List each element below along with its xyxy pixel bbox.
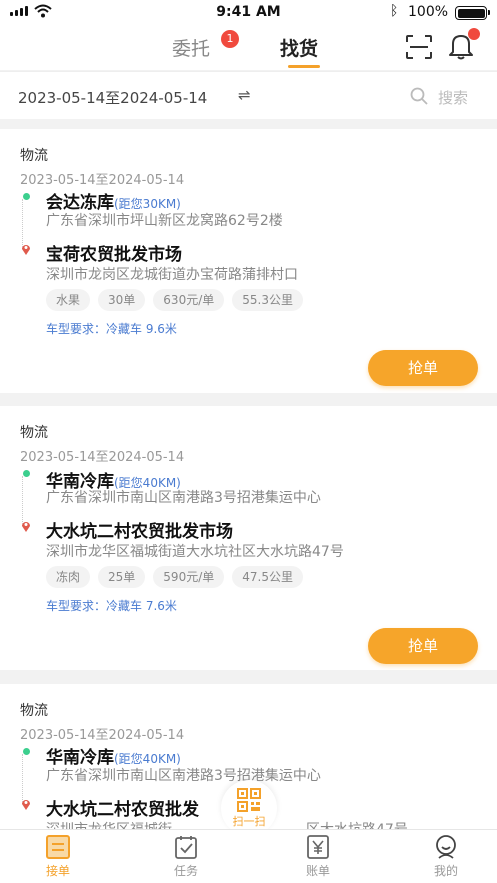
cargo-card[interactable]: 物流 2023-05-14至2024-05-14 会达冻库(距您30KM) 广东…	[0, 129, 497, 393]
tab-entrust[interactable]: 委托	[172, 34, 210, 61]
tabbar-label-mine: 我的	[433, 864, 458, 878]
search-input[interactable]: 搜索	[438, 87, 468, 108]
destination-address: 深圳市龙华区福城街道大水坑社区大水坑路47号	[46, 544, 344, 560]
destination-address: 深圳市龙岗区龙城街道办宝荷路蒲排村口	[46, 267, 298, 283]
tabbar-item-orders[interactable]: 接单	[28, 834, 88, 879]
qr-code-icon	[237, 788, 261, 812]
profile-icon	[436, 835, 456, 859]
tag-price: 630元/单	[153, 289, 225, 311]
task-check-icon	[175, 836, 197, 859]
destination-address-tail: 区大水坑路47号	[306, 819, 408, 829]
card-tags: 冻肉 25单 590元/单 47.5公里	[46, 566, 303, 588]
origin-dot-icon	[23, 748, 30, 755]
tag-price: 590元/单	[153, 566, 225, 588]
status-bar: 9:41 AM ᛒ 100%	[0, 0, 497, 26]
scan-label: 扫一扫	[232, 815, 266, 828]
route-line	[22, 476, 23, 526]
scan-fab-button[interactable]: 扫一扫	[221, 780, 277, 836]
cargo-card[interactable]: 物流 2023-05-14至2024-05-14 华南冷库(距您40KM) 广东…	[0, 406, 497, 670]
tabbar-label-tasks: 任务	[173, 864, 198, 878]
tabbar-item-bills[interactable]: 账单	[288, 834, 348, 879]
card-date-range: 2023-05-14至2024-05-14	[20, 728, 185, 743]
tabbar-label-bills: 账单	[305, 864, 330, 878]
tag-orders: 30单	[98, 289, 146, 311]
top-nav: 委托 1 找货	[0, 26, 497, 70]
card-category: 物流	[20, 703, 48, 719]
destination-name: 大水坑二村农贸批发市场	[46, 522, 233, 542]
vehicle-requirement: 车型要求：冷藏车 7.6米	[46, 599, 177, 613]
search-icon[interactable]	[410, 87, 428, 105]
date-range-filter[interactable]: 2023-05-14至2024-05-14	[18, 87, 207, 108]
tabbar-item-tasks[interactable]: 任务	[156, 834, 216, 879]
tag-distance: 47.5公里	[232, 566, 303, 588]
destination-address: 深圳市龙华区福城街	[46, 819, 172, 829]
destination-pin-icon	[22, 522, 30, 532]
vehicle-requirement: 车型要求：冷藏车 9.6米	[46, 322, 177, 336]
tag-goods: 水果	[46, 289, 91, 311]
battery-icon	[455, 6, 490, 20]
grab-order-button[interactable]: 抢单	[368, 628, 478, 664]
tabbar-label-orders: 接单	[45, 864, 70, 878]
bill-yen-icon	[307, 835, 329, 859]
battery-percent: 100%	[408, 4, 449, 20]
destination-name: 宝荷农贸批发市场	[46, 245, 182, 265]
tag-orders: 25单	[98, 566, 146, 588]
route-line	[22, 754, 23, 804]
notification-dot	[468, 28, 480, 40]
destination-pin-icon	[22, 245, 30, 255]
tabbar-item-mine[interactable]: 我的	[416, 834, 476, 879]
bottom-tabbar: 接单 任务 账单 我的	[0, 829, 497, 883]
origin-address: 广东省深圳市南山区南港路3号招港集运中心	[46, 768, 321, 784]
destination-pin-icon	[22, 800, 30, 810]
tab-find-goods[interactable]: 找货	[280, 34, 318, 61]
card-date-range: 2023-05-14至2024-05-14	[20, 173, 185, 188]
bluetooth-icon: ᛒ	[390, 3, 399, 19]
origin-dot-icon	[23, 470, 30, 477]
orders-list-icon	[46, 835, 70, 859]
route-line	[22, 199, 23, 249]
card-tags: 水果 30单 630元/单 55.3公里	[46, 289, 303, 311]
swap-icon[interactable]: ⇌	[238, 86, 251, 104]
origin-distance: (距您40KM)	[114, 752, 181, 766]
destination-name: 大水坑二村农贸批发	[46, 800, 199, 820]
grab-order-button[interactable]: 抢单	[368, 350, 478, 386]
card-category: 物流	[20, 425, 48, 441]
origin-address: 广东省深圳市坪山新区龙窝路62号2楼	[46, 213, 283, 229]
tag-goods: 冻肉	[46, 566, 91, 588]
active-tab-underline	[288, 65, 320, 68]
origin-address: 广东省深圳市南山区南港路3号招港集运中心	[46, 490, 321, 506]
card-category: 物流	[20, 148, 48, 164]
entrust-badge: 1	[221, 30, 239, 48]
origin-dot-icon	[23, 193, 30, 200]
filter-bar: 2023-05-14至2024-05-14 ⇌ 搜索	[0, 71, 497, 119]
tag-distance: 55.3公里	[232, 289, 303, 311]
origin-distance: (距您30KM)	[114, 197, 181, 211]
card-date-range: 2023-05-14至2024-05-14	[20, 450, 185, 465]
scan-icon[interactable]	[405, 34, 433, 60]
